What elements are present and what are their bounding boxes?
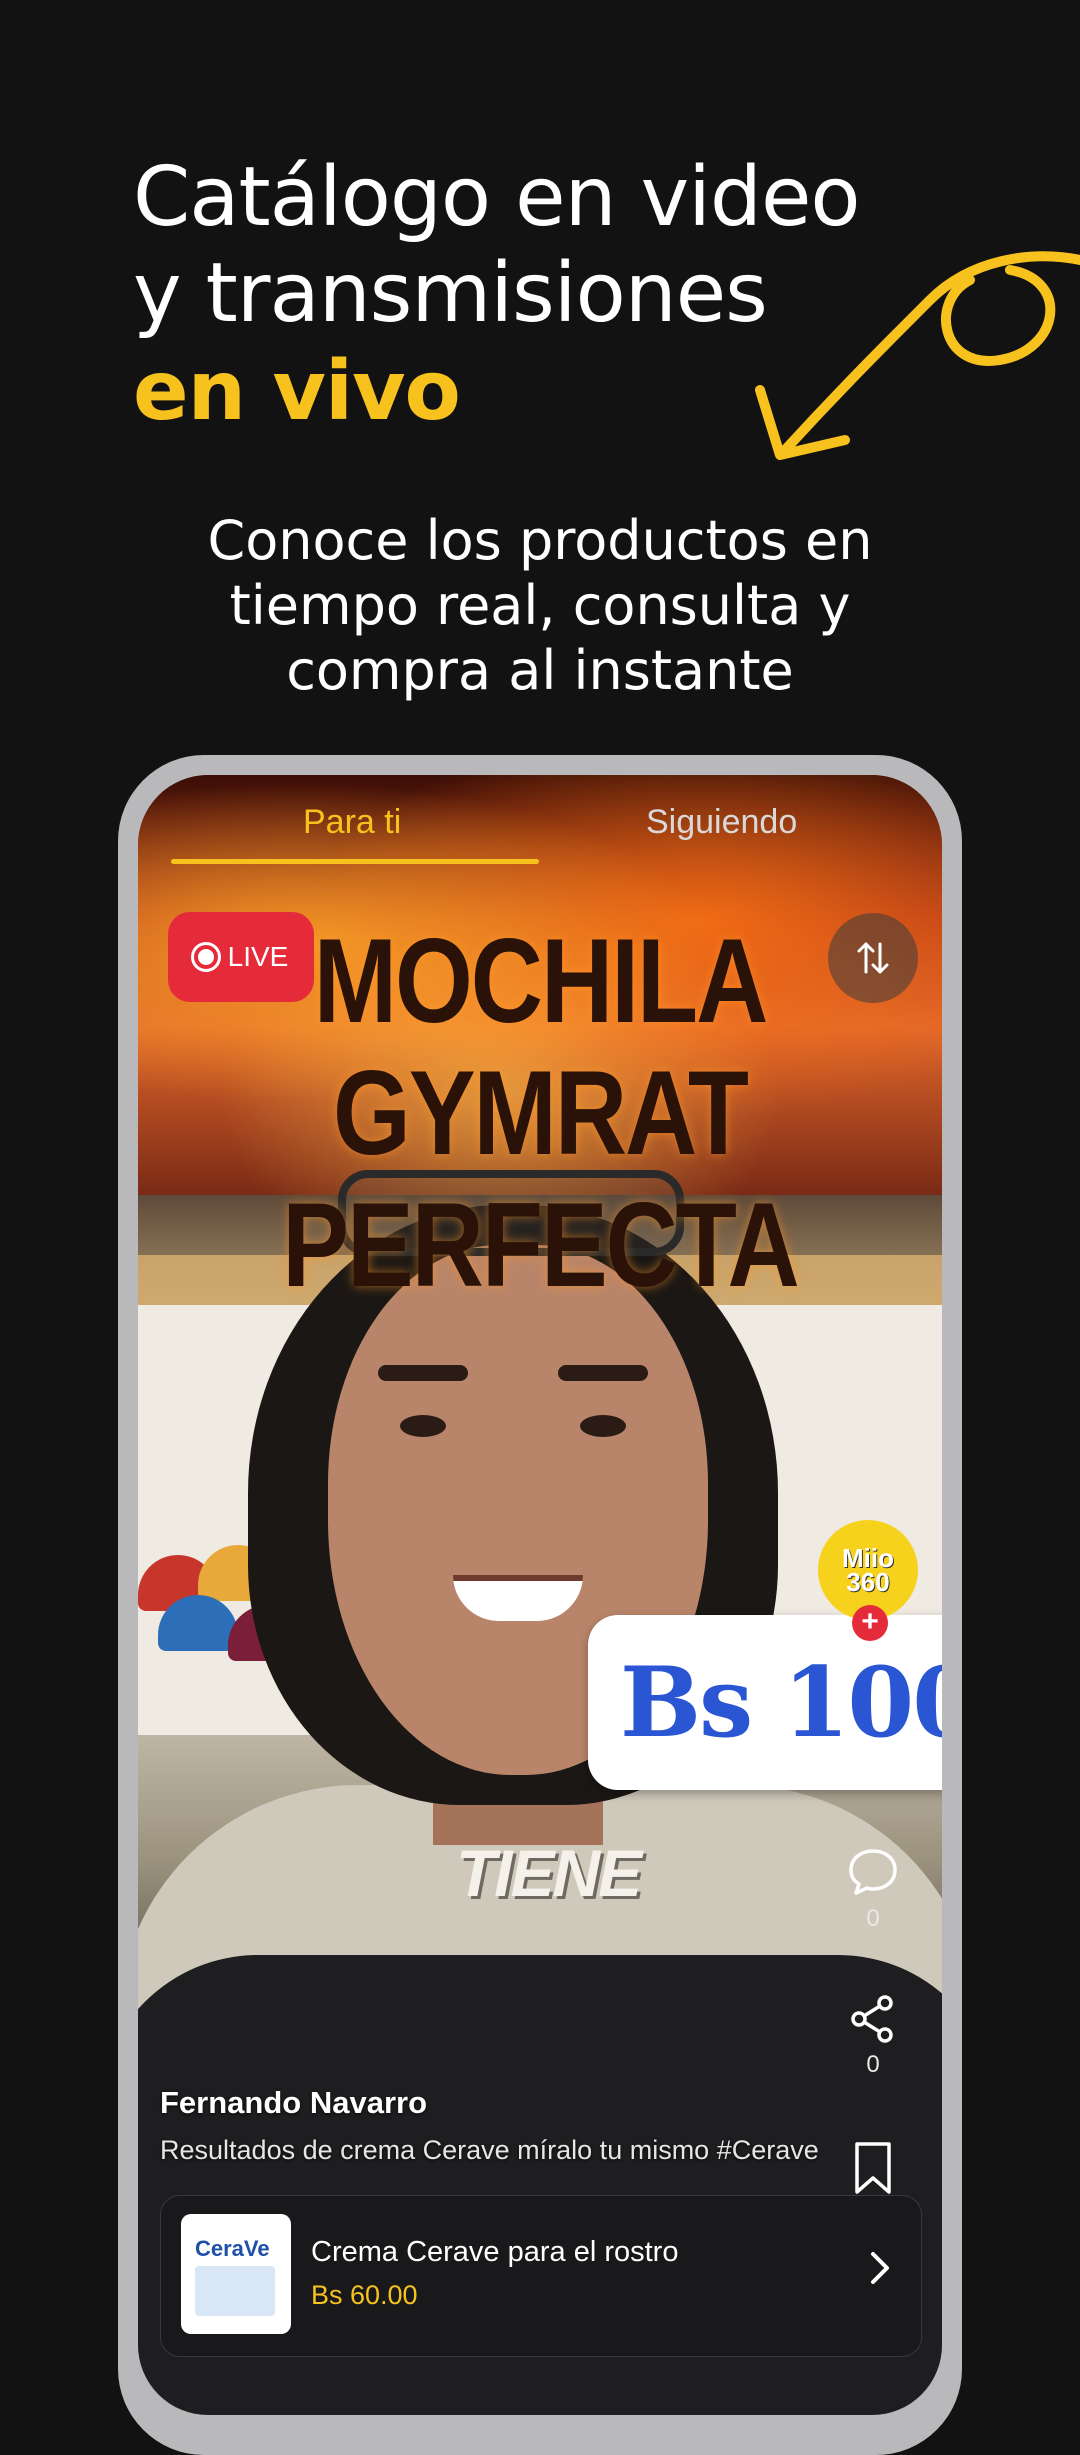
subheadline-line-1: Conoce los productos en: [207, 509, 873, 572]
curly-arrow-icon: [755, 251, 1080, 460]
product-thumb-brand: CeraVe: [195, 2236, 270, 2261]
live-label: LIVE: [227, 941, 289, 972]
live-badge[interactable]: LIVE: [168, 912, 314, 1002]
product-thumbnail: CeraVe: [181, 2214, 291, 2334]
comment-icon: [849, 1849, 897, 1895]
bookmark-icon: [855, 2142, 891, 2194]
active-tab-indicator: [171, 859, 539, 864]
comment-action[interactable]: 0: [843, 1845, 903, 1933]
tab-para-ti[interactable]: Para ti: [303, 803, 401, 842]
share-action[interactable]: 0: [843, 1993, 903, 2079]
product-thumb-box: [195, 2266, 275, 2316]
swap-button[interactable]: [828, 913, 918, 1003]
chevron-right-icon: [871, 2252, 889, 2284]
share-icon: [851, 1995, 893, 2043]
live-video-screen[interactable]: TIENE MOCHILA GYMRAT PERFECTA Para ti Si…: [138, 775, 942, 2415]
follow-plus-button[interactable]: +: [852, 1605, 888, 1641]
subheadline-line-2: tiempo real, consulta y: [229, 574, 851, 637]
price-overlay-card[interactable]: Bs 100: [588, 1615, 942, 1790]
subheadline-line-3: compra al instante: [286, 639, 794, 702]
live-dot-icon: [193, 945, 218, 969]
product-name: Crema Cerave para el rostro: [311, 2236, 679, 2268]
eye: [580, 1415, 626, 1437]
bookmark-action[interactable]: [843, 2140, 903, 2202]
subheadline: Conoce los productos en tiempo real, con…: [140, 508, 940, 703]
tab-siguiendo[interactable]: Siguiendo: [646, 803, 797, 842]
product-card[interactable]: CeraVe Crema Cerave para el rostro Bs 60…: [160, 2195, 922, 2357]
eyebrow: [558, 1365, 648, 1381]
product-price: Bs 60.00: [311, 2280, 418, 2310]
video-title-line-2: PERFECTA: [282, 1177, 800, 1313]
video-caption-text: TIENE: [455, 1836, 642, 1910]
headline-line-1: Catálogo en video: [133, 150, 861, 245]
author-name[interactable]: Fernando Navarro: [160, 2085, 427, 2121]
feed-tabs: Para ti Siguiendo: [138, 775, 942, 880]
swap-icon: [857, 942, 889, 974]
video-description: Resultados de crema Cerave míralo tu mis…: [160, 2135, 819, 2165]
comments-count: 0: [866, 1905, 880, 1932]
eye: [400, 1415, 446, 1437]
shares-count: 0: [866, 2051, 880, 2078]
eyebrow: [378, 1365, 468, 1381]
